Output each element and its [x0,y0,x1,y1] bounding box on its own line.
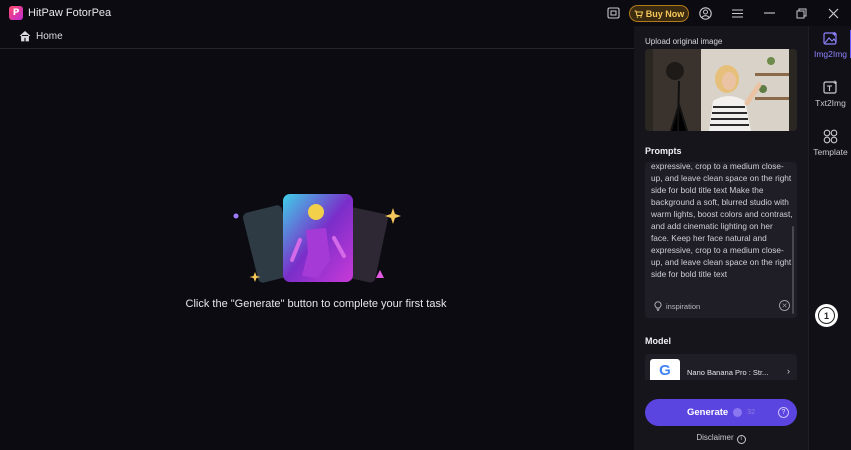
cart-icon [634,9,643,18]
restore-icon[interactable] [792,4,810,22]
chevron-right-icon: › [787,366,790,376]
buy-now-label: Buy Now [645,8,685,19]
img2img-icon [823,31,837,45]
model-title: Model [645,336,671,346]
clear-prompt-icon[interactable]: ✕ [779,300,790,311]
uploaded-photo-thumbnail [645,49,797,131]
notification-badge[interactable]: 1 [815,304,838,327]
menu-icon[interactable] [728,4,746,22]
uploaded-image[interactable] [645,49,797,131]
tab-img2img[interactable]: Img2Img [809,26,851,66]
settings-panel: Upload original image Prompts expressive… [634,26,808,450]
title-bar: P HitPaw FotorPea Buy Now [0,0,851,26]
inspiration-label: inspiration [666,301,701,311]
tab-txt2img[interactable]: Txt2Img [809,75,851,115]
tab-template-label: Template [813,147,848,157]
generate-cost: 32 [747,409,755,416]
model-selector[interactable]: G Nano Banana Pro : Str... › [645,354,797,380]
empty-state-message: Click the "Generate" button to complete … [185,298,447,310]
tab-template[interactable]: Template [809,124,851,164]
close-icon[interactable] [824,4,842,22]
prompt-text[interactable]: expressive, crop to a medium close-up, a… [651,162,793,280]
inspiration-button[interactable]: inspiration [654,301,700,311]
generate-label: Generate [687,407,729,418]
screenshot-icon[interactable] [604,4,622,22]
prompts-title: Prompts [645,146,682,156]
google-logo-icon: G [650,359,680,380]
txt2img-icon [823,80,837,94]
disclaimer-link[interactable]: Disclaimer i [634,433,808,444]
home-icon[interactable] [19,30,31,42]
template-icon [823,129,838,144]
panel-scrollbar[interactable] [792,226,794,314]
empty-state-illustration [233,194,401,283]
tab-txt2img-label: Txt2Img [815,98,846,108]
help-icon[interactable]: ? [778,407,789,418]
breadcrumb: Home [0,26,634,49]
prompt-textarea[interactable]: expressive, crop to a medium close-up, a… [645,162,797,318]
tab-img2img-label: Img2Img [813,49,848,59]
app-window: P HitPaw FotorPea Buy Now Home Click the… [0,0,851,450]
mode-nav: Img2Img Txt2Img Template [808,26,851,450]
minimize-icon[interactable] [760,4,778,22]
lightbulb-icon [654,301,662,311]
info-icon: i [736,435,746,444]
generate-button[interactable]: Generate 32 ? [645,399,797,426]
home-link[interactable]: Home [36,31,63,42]
prompt-footer: inspiration ✕ [645,296,797,318]
model-name: Nano Banana Pro : Str... [687,368,769,377]
credit-coin-icon [733,408,743,417]
upload-label: Upload original image [645,37,723,46]
buy-now-button[interactable]: Buy Now [629,5,689,22]
account-icon[interactable] [696,4,714,22]
app-logo: P [9,6,23,20]
app-title: HitPaw FotorPea [28,7,112,19]
